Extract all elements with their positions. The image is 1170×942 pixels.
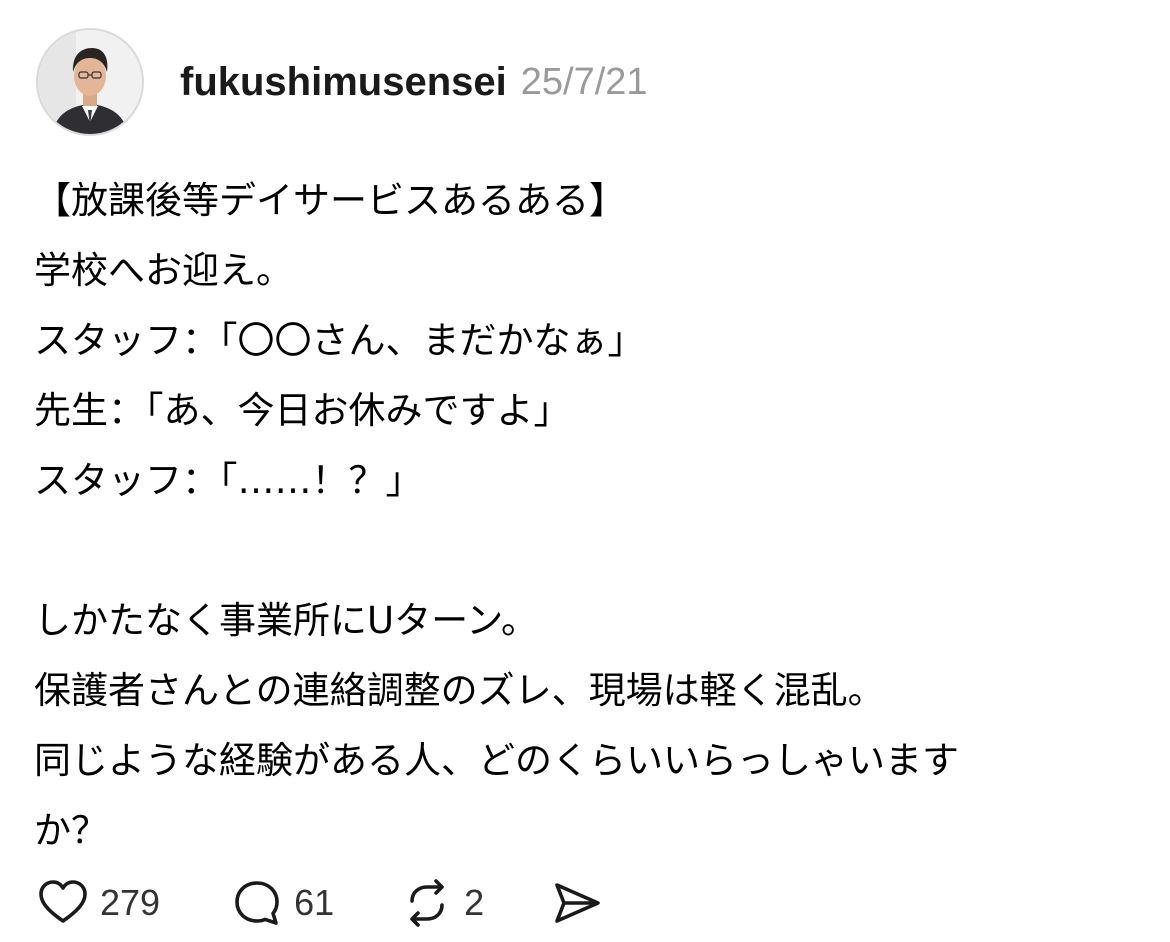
like-count: 279	[100, 882, 161, 923]
post-body-line: 【放課後等デイサービスあるある】	[34, 179, 626, 222]
post-body-line: 保護者さんとの連絡調整のズレ、現場は軽く混乱。	[34, 669, 885, 712]
post-body-line: か？	[34, 809, 108, 852]
share-button[interactable]	[550, 876, 604, 930]
thread-post: fukushimusensei 25/7/21 【放課後等デイサービスあるある】…	[0, 0, 1170, 942]
post-timestamp: 25/7/21	[520, 60, 648, 103]
avatar[interactable]	[36, 28, 144, 136]
post-header: fukushimusensei 25/7/21	[180, 56, 648, 108]
post-actions: 279 61 2	[36, 876, 604, 930]
reply-count: 61	[294, 882, 335, 923]
post-body-blank-line	[34, 516, 1114, 586]
post-body-line: スタッフ：「……！？」	[34, 459, 423, 502]
post-body-line: スタッフ：「〇〇さん、まだかなぁ」	[34, 319, 645, 362]
like-button[interactable]: 279	[36, 876, 160, 930]
send-icon	[550, 876, 604, 930]
repost-button[interactable]: 2	[400, 876, 484, 930]
post-body: 【放課後等デイサービスあるある】 学校へお迎え。 スタッフ：「〇〇さん、まだかな…	[34, 166, 1114, 866]
post-body-line: 学校へお迎え。	[34, 249, 293, 292]
heart-icon	[36, 876, 90, 930]
post-body-line: 同じような経験がある人、どのくらいいらっしゃいます	[34, 739, 959, 782]
post-body-line: 先生：「あ、今日お休みですよ」	[34, 389, 571, 432]
repost-count: 2	[464, 882, 485, 923]
repost-arrows-icon	[400, 876, 454, 930]
reply-button[interactable]: 61	[230, 876, 334, 930]
username[interactable]: fukushimusensei	[180, 60, 507, 105]
post-body-line: しかたなく事業所にUターン。	[34, 599, 539, 642]
comment-bubble-icon	[230, 876, 284, 930]
avatar-photo	[38, 30, 142, 134]
